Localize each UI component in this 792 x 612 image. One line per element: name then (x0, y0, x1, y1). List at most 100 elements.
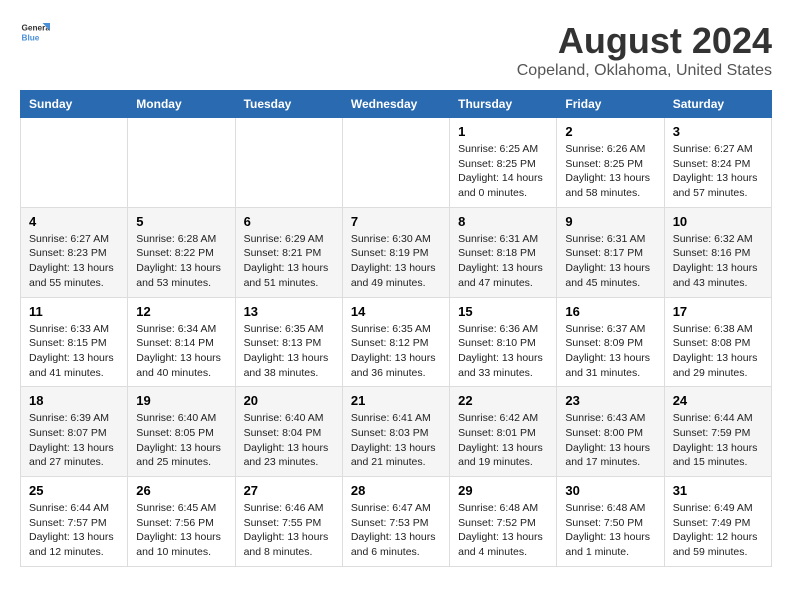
day-info: Sunrise: 6:45 AM Sunset: 7:56 PM Dayligh… (136, 501, 226, 560)
day-number: 5 (136, 214, 226, 229)
day-info: Sunrise: 6:43 AM Sunset: 8:00 PM Dayligh… (565, 411, 655, 470)
calendar-cell (128, 118, 235, 208)
calendar-week-4: 18Sunrise: 6:39 AM Sunset: 8:07 PM Dayli… (21, 387, 772, 477)
calendar-cell: 13Sunrise: 6:35 AM Sunset: 8:13 PM Dayli… (235, 297, 342, 387)
day-number: 31 (673, 483, 763, 498)
day-number: 27 (244, 483, 334, 498)
day-info: Sunrise: 6:42 AM Sunset: 8:01 PM Dayligh… (458, 411, 548, 470)
calendar-cell: 7Sunrise: 6:30 AM Sunset: 8:19 PM Daylig… (342, 207, 449, 297)
day-number: 12 (136, 304, 226, 319)
logo-icon: General Blue (20, 20, 50, 44)
weekday-header-monday: Monday (128, 91, 235, 118)
calendar-cell: 16Sunrise: 6:37 AM Sunset: 8:09 PM Dayli… (557, 297, 664, 387)
weekday-header-row: SundayMondayTuesdayWednesdayThursdayFrid… (21, 91, 772, 118)
day-info: Sunrise: 6:25 AM Sunset: 8:25 PM Dayligh… (458, 142, 548, 201)
day-number: 14 (351, 304, 441, 319)
day-info: Sunrise: 6:26 AM Sunset: 8:25 PM Dayligh… (565, 142, 655, 201)
day-info: Sunrise: 6:32 AM Sunset: 8:16 PM Dayligh… (673, 232, 763, 291)
calendar-cell: 28 Sunrise: 6:47 AM Sunset: 7:53 PM Dayli… (342, 477, 449, 567)
day-info: Sunrise: 6:38 AM Sunset: 8:08 PM Dayligh… (673, 322, 763, 381)
day-info: Sunrise: 6:35 AM Sunset: 8:12 PM Dayligh… (351, 322, 441, 381)
calendar-cell: 5 Sunrise: 6:28 AM Sunset: 8:22 PM Daylig… (128, 207, 235, 297)
calendar-cell: 8Sunrise: 6:31 AM Sunset: 8:18 PM Daylig… (450, 207, 557, 297)
day-number: 15 (458, 304, 548, 319)
weekday-header-thursday: Thursday (450, 91, 557, 118)
day-info: Sunrise: 6:36 AM Sunset: 8:10 PM Dayligh… (458, 322, 548, 381)
day-info: Sunrise: 6:27 AM Sunset: 8:23 PM Dayligh… (29, 232, 119, 291)
day-info: Sunrise: 6:48 AM Sunset: 7:52 PM Dayligh… (458, 501, 548, 560)
calendar-cell: 19Sunrise: 6:40 AM Sunset: 8:05 PM Dayli… (128, 387, 235, 477)
day-info: Sunrise: 6:35 AM Sunset: 8:13 PM Dayligh… (244, 322, 334, 381)
weekday-header-saturday: Saturday (664, 91, 771, 118)
calendar-cell: 4 Sunrise: 6:27 AM Sunset: 8:23 PM Daylig… (21, 207, 128, 297)
calendar-cell: 21Sunrise: 6:41 AM Sunset: 8:03 PM Dayli… (342, 387, 449, 477)
calendar-cell: 24 Sunrise: 6:44 AM Sunset: 7:59 PM Dayli… (664, 387, 771, 477)
day-info: Sunrise: 6:49 AM Sunset: 7:49 PM Dayligh… (673, 501, 763, 560)
day-number: 19 (136, 393, 226, 408)
day-number: 24 (673, 393, 763, 408)
title-area: August 2024 Copeland, Oklahoma, United S… (517, 20, 772, 80)
calendar-cell: 2 Sunrise: 6:26 AM Sunset: 8:25 PM Daylig… (557, 118, 664, 208)
day-info: Sunrise: 6:31 AM Sunset: 8:18 PM Dayligh… (458, 232, 548, 291)
day-info: Sunrise: 6:30 AM Sunset: 8:19 PM Dayligh… (351, 232, 441, 291)
day-number: 17 (673, 304, 763, 319)
calendar-week-3: 11Sunrise: 6:33 AM Sunset: 8:15 PM Dayli… (21, 297, 772, 387)
subtitle: Copeland, Oklahoma, United States (517, 62, 772, 80)
calendar-cell: 23 Sunrise: 6:43 AM Sunset: 8:00 PM Dayli… (557, 387, 664, 477)
day-number: 22 (458, 393, 548, 408)
day-info: Sunrise: 6:28 AM Sunset: 8:22 PM Dayligh… (136, 232, 226, 291)
day-number: 26 (136, 483, 226, 498)
calendar-cell: 12 Sunrise: 6:34 AM Sunset: 8:14 PM Dayli… (128, 297, 235, 387)
calendar-cell: 29 Sunrise: 6:48 AM Sunset: 7:52 PM Dayli… (450, 477, 557, 567)
calendar-cell (21, 118, 128, 208)
calendar-cell: 6Sunrise: 6:29 AM Sunset: 8:21 PM Daylig… (235, 207, 342, 297)
calendar-cell: 22 Sunrise: 6:42 AM Sunset: 8:01 PM Dayli… (450, 387, 557, 477)
day-number: 20 (244, 393, 334, 408)
day-number: 28 (351, 483, 441, 498)
logo: General Blue (20, 20, 50, 44)
day-info: Sunrise: 6:44 AM Sunset: 7:57 PM Dayligh… (29, 501, 119, 560)
calendar-table: SundayMondayTuesdayWednesdayThursdayFrid… (20, 90, 772, 567)
day-number: 16 (565, 304, 655, 319)
weekday-header-friday: Friday (557, 91, 664, 118)
weekday-header-wednesday: Wednesday (342, 91, 449, 118)
calendar-cell: 17 Sunrise: 6:38 AM Sunset: 8:08 PM Dayli… (664, 297, 771, 387)
calendar-week-2: 4 Sunrise: 6:27 AM Sunset: 8:23 PM Daylig… (21, 207, 772, 297)
day-info: Sunrise: 6:29 AM Sunset: 8:21 PM Dayligh… (244, 232, 334, 291)
calendar-cell: 27 Sunrise: 6:46 AM Sunset: 7:55 PM Dayli… (235, 477, 342, 567)
day-number: 9 (565, 214, 655, 229)
day-number: 1 (458, 124, 548, 139)
header: General Blue August 2024 Copeland, Oklah… (20, 20, 772, 80)
day-number: 23 (565, 393, 655, 408)
calendar-cell: 11Sunrise: 6:33 AM Sunset: 8:15 PM Dayli… (21, 297, 128, 387)
day-number: 18 (29, 393, 119, 408)
calendar-cell: 3 Sunrise: 6:27 AM Sunset: 8:24 PM Daylig… (664, 118, 771, 208)
day-number: 2 (565, 124, 655, 139)
day-number: 29 (458, 483, 548, 498)
day-info: Sunrise: 6:47 AM Sunset: 7:53 PM Dayligh… (351, 501, 441, 560)
calendar-cell: 1 Sunrise: 6:25 AM Sunset: 8:25 PM Daylig… (450, 118, 557, 208)
day-number: 21 (351, 393, 441, 408)
calendar-cell: 20 Sunrise: 6:40 AM Sunset: 8:04 PM Dayli… (235, 387, 342, 477)
calendar-cell: 25 Sunrise: 6:44 AM Sunset: 7:57 PM Dayli… (21, 477, 128, 567)
day-info: Sunrise: 6:44 AM Sunset: 7:59 PM Dayligh… (673, 411, 763, 470)
weekday-header-tuesday: Tuesday (235, 91, 342, 118)
calendar-cell: 31 Sunrise: 6:49 AM Sunset: 7:49 PM Dayli… (664, 477, 771, 567)
day-info: Sunrise: 6:46 AM Sunset: 7:55 PM Dayligh… (244, 501, 334, 560)
day-info: Sunrise: 6:34 AM Sunset: 8:14 PM Dayligh… (136, 322, 226, 381)
calendar-cell: 14 Sunrise: 6:35 AM Sunset: 8:12 PM Dayli… (342, 297, 449, 387)
day-info: Sunrise: 6:40 AM Sunset: 8:04 PM Dayligh… (244, 411, 334, 470)
day-number: 10 (673, 214, 763, 229)
main-title: August 2024 (517, 20, 772, 62)
day-number: 25 (29, 483, 119, 498)
calendar-cell (342, 118, 449, 208)
day-number: 11 (29, 304, 119, 319)
day-number: 3 (673, 124, 763, 139)
calendar-cell: 30Sunrise: 6:48 AM Sunset: 7:50 PM Dayli… (557, 477, 664, 567)
day-info: Sunrise: 6:31 AM Sunset: 8:17 PM Dayligh… (565, 232, 655, 291)
day-info: Sunrise: 6:27 AM Sunset: 8:24 PM Dayligh… (673, 142, 763, 201)
day-number: 4 (29, 214, 119, 229)
calendar-cell (235, 118, 342, 208)
weekday-header-sunday: Sunday (21, 91, 128, 118)
day-number: 30 (565, 483, 655, 498)
